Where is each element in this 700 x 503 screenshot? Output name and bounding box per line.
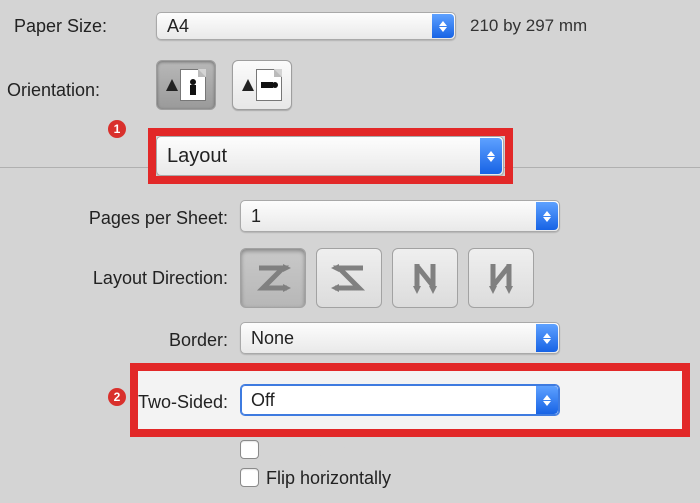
pages-per-sheet-select[interactable]: 1 [240, 200, 560, 232]
updown-icon [536, 202, 558, 230]
paper-size-value: A4 [167, 16, 189, 37]
pages-per-sheet-value: 1 [251, 206, 261, 227]
layout-direction-label: Layout Direction: [8, 268, 228, 289]
layout-direction-lr-tb-button[interactable] [240, 248, 306, 308]
orientation-label: Orientation: [7, 80, 100, 101]
flip-horizontally-label: Flip horizontally [266, 468, 391, 489]
paper-size-label: Paper Size: [14, 16, 107, 37]
orientation-landscape-button[interactable] [232, 60, 292, 110]
updown-icon [480, 138, 502, 174]
two-sided-value: Off [251, 390, 275, 411]
page-portrait-icon [180, 69, 206, 101]
orientation-portrait-button[interactable] [156, 60, 216, 110]
reverse-page-orientation-label: Reverse page orientation [266, 440, 467, 461]
z-pattern-icon [253, 258, 293, 298]
border-label: Border: [8, 330, 228, 351]
updown-icon [536, 386, 558, 414]
flip-horizontally-checkbox[interactable] [240, 468, 259, 487]
paper-size-row: Paper Size: A4 210 by 297 mm [0, 6, 700, 42]
arrow-up-icon [242, 79, 254, 91]
n-pattern-icon [405, 258, 445, 298]
paper-size-select[interactable]: A4 [156, 12, 456, 40]
n-mirror-icon [481, 258, 521, 298]
print-options-value: Layout [167, 145, 227, 168]
page-landscape-icon [256, 69, 282, 101]
arrow-up-icon [166, 79, 178, 91]
paper-dimensions: 210 by 297 mm [470, 16, 587, 36]
two-sided-select[interactable]: Off [240, 384, 560, 416]
print-options-select[interactable]: Layout [156, 136, 504, 176]
updown-icon [536, 324, 558, 352]
z-mirror-icon [329, 258, 369, 298]
callout-badge-1: 1 [108, 120, 126, 138]
pages-per-sheet-label: Pages per Sheet: [8, 208, 228, 229]
border-select[interactable]: None [240, 322, 560, 354]
border-value: None [251, 328, 294, 349]
layout-direction-tb-rl-button[interactable] [468, 248, 534, 308]
reverse-page-orientation-checkbox[interactable] [240, 440, 259, 459]
two-sided-label: Two-Sided: [8, 392, 228, 413]
layout-direction-rl-tb-button[interactable] [316, 248, 382, 308]
updown-icon [432, 14, 454, 38]
layout-direction-tb-lr-button[interactable] [392, 248, 458, 308]
